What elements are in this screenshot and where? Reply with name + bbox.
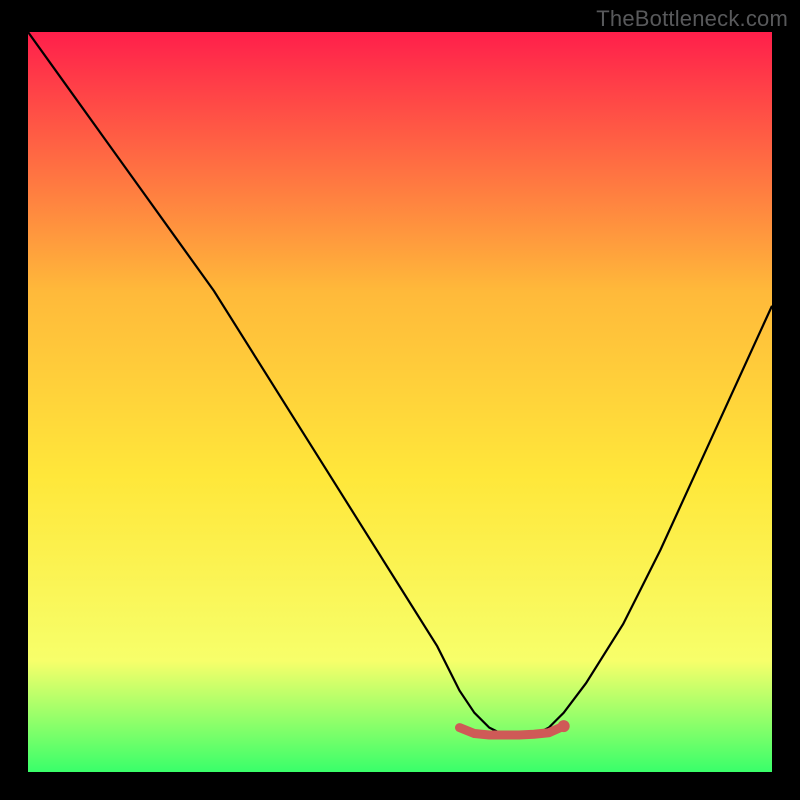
optimal-zone-end-dot (558, 720, 570, 732)
chart-svg (28, 32, 772, 772)
watermark-text: TheBottleneck.com (596, 6, 788, 32)
plot-area (28, 32, 772, 772)
gradient-background (28, 32, 772, 772)
chart-container: TheBottleneck.com (0, 0, 800, 800)
